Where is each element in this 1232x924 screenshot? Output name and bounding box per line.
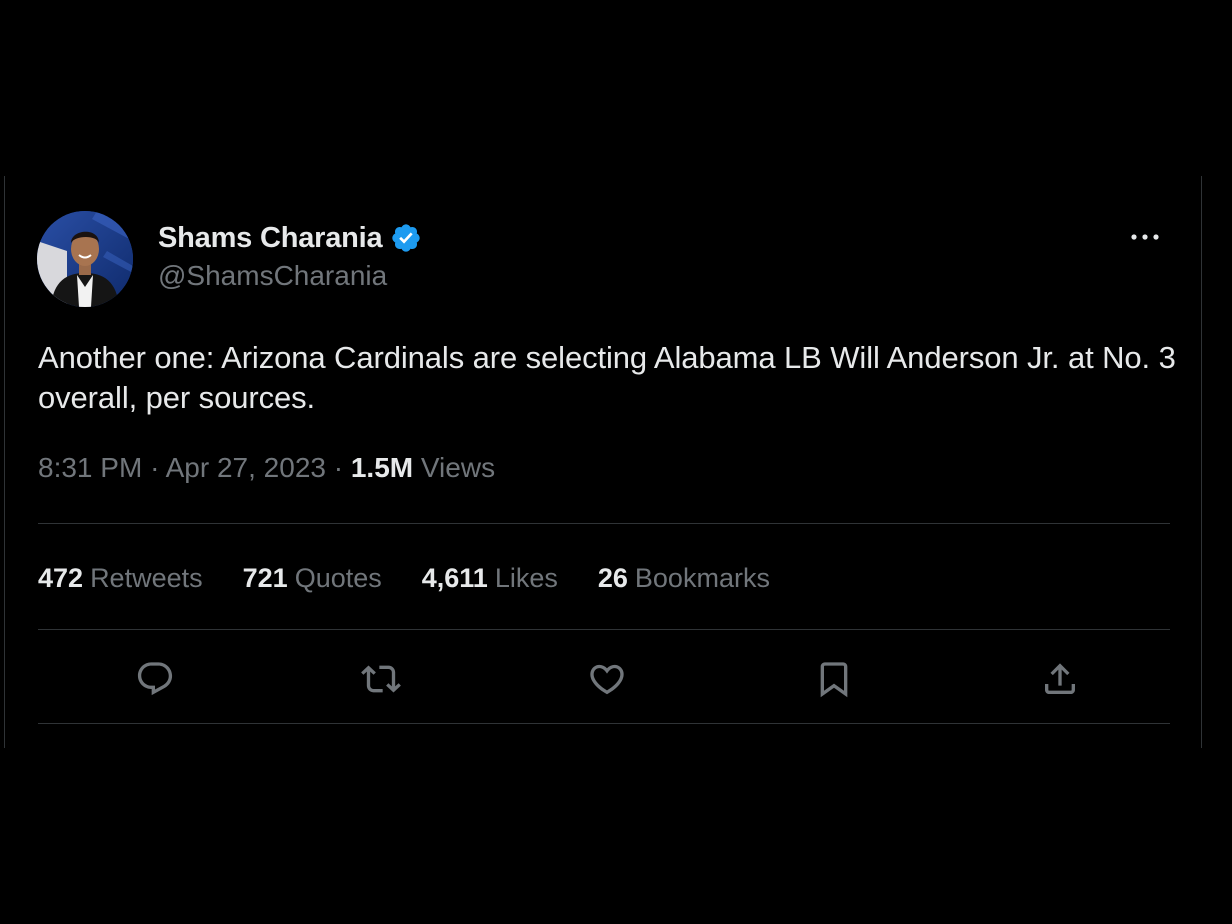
avatar[interactable] [37, 211, 133, 307]
action-bar [38, 631, 1170, 726]
views-label: Views [420, 452, 496, 483]
reply-button[interactable] [133, 657, 177, 701]
share-button[interactable] [1038, 657, 1082, 701]
divider [38, 723, 1170, 724]
quotes-stat[interactable]: 721 Quotes [243, 563, 382, 594]
share-icon [1045, 663, 1075, 694]
reply-icon [137, 662, 173, 696]
retweets-count: 472 [38, 562, 84, 593]
author-name-row: Shams Charania [158, 220, 422, 256]
retweet-icon [361, 665, 401, 693]
bookmarks-stat[interactable]: 26 Bookmarks [598, 563, 770, 594]
engagement-stats: 472 Retweets 721 Quotes 4,611 Likes 26 B… [38, 560, 810, 596]
likes-stat[interactable]: 4,611 Likes [422, 563, 558, 594]
author-name[interactable]: Shams Charania [158, 222, 383, 255]
divider [38, 523, 1170, 524]
tweet-card: Shams Charania @ShamsCharania Another on… [4, 176, 1202, 748]
meta-separator: · [150, 452, 160, 483]
likes-label: Likes [494, 562, 558, 593]
verified-badge-icon [390, 222, 422, 254]
tweet-text: Another one: Arizona Cardinals are selec… [38, 340, 1176, 415]
avatar-image [37, 211, 133, 307]
heart-icon [590, 664, 624, 695]
bookmarks-count: 26 [597, 562, 628, 593]
retweets-label: Retweets [90, 562, 203, 593]
like-button[interactable] [585, 657, 629, 701]
likes-count: 4,611 [421, 562, 488, 593]
retweet-button[interactable] [359, 657, 403, 701]
divider [38, 629, 1170, 630]
meta-separator: · [333, 452, 344, 483]
bookmark-icon [820, 662, 848, 698]
quotes-label: Quotes [294, 562, 382, 593]
retweets-stat[interactable]: 472 Retweets [38, 563, 203, 594]
tweet-date[interactable]: Apr 27, 2023 [166, 452, 326, 483]
more-icon [1131, 234, 1159, 240]
author-handle[interactable]: @ShamsCharania [158, 260, 387, 292]
more-options-button[interactable] [1125, 222, 1165, 252]
bookmark-button[interactable] [812, 657, 856, 701]
bookmarks-label: Bookmarks [634, 562, 770, 593]
tweet-meta: 8:31 PM · Apr 27, 2023 · 1.5M Views [38, 452, 495, 484]
quotes-count: 721 [242, 562, 288, 593]
views-count: 1.5M [350, 452, 414, 483]
page: Shams Charania @ShamsCharania Another on… [0, 0, 1232, 924]
tweet-time[interactable]: 8:31 PM [38, 452, 142, 483]
